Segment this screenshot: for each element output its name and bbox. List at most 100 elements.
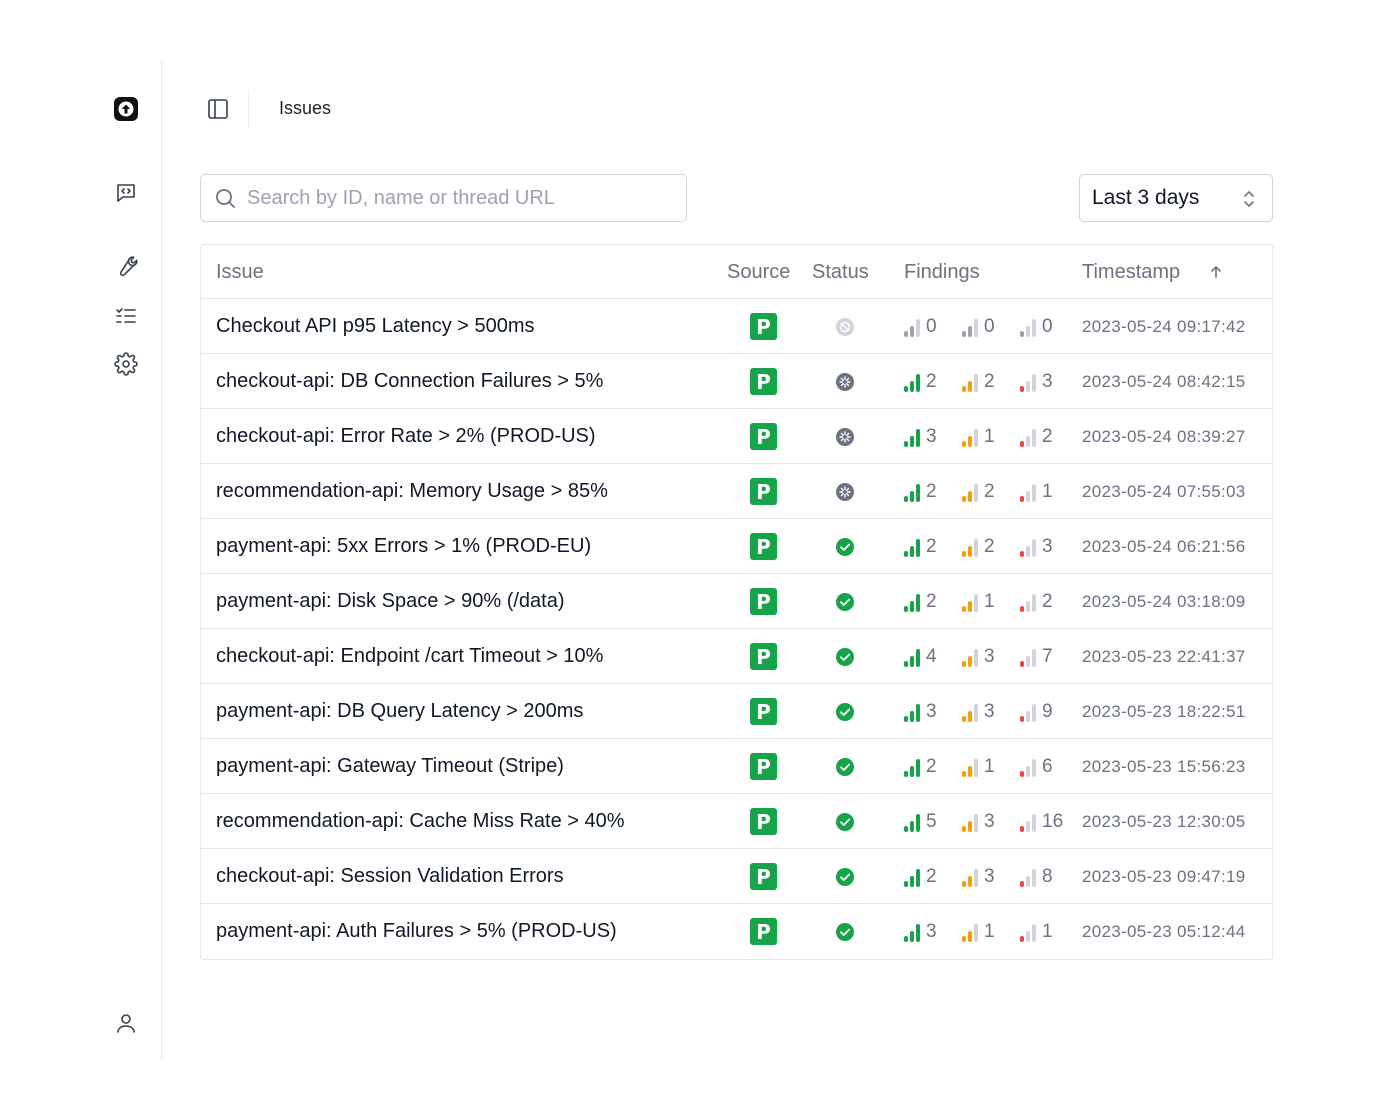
findings-high: 3 — [904, 700, 937, 722]
issue-name[interactable]: checkout-api: Endpoint /cart Timeout > 1… — [216, 645, 603, 668]
pagerduty-source-icon: P — [750, 698, 777, 725]
low-severity-bars-icon — [1020, 374, 1036, 392]
findings-medium: 1 — [962, 920, 995, 942]
issue-name[interactable]: payment-api: 5xx Errors > 1% (PROD-EU) — [216, 535, 591, 558]
findings-medium: 3 — [962, 865, 995, 887]
issues-table: Issue Source Status Findings Timestamp C… — [200, 244, 1273, 960]
search-input[interactable] — [247, 186, 667, 210]
status-done-icon — [835, 812, 855, 832]
table-header: Issue Source Status Findings Timestamp — [201, 245, 1272, 299]
status-running-icon — [835, 372, 855, 392]
table-row[interactable]: payment-api: DB Query Latency > 200ms P 3 3… — [201, 684, 1272, 739]
findings-medium-count: 3 — [984, 701, 995, 722]
findings-high: 2 — [904, 480, 937, 502]
column-header-timestamp[interactable]: Timestamp — [1082, 261, 1180, 284]
issue-timestamp: 2023-05-24 08:42:15 — [1082, 372, 1246, 391]
issue-name[interactable]: payment-api: Auth Failures > 5% (PROD-US… — [216, 920, 617, 943]
low-severity-bars-icon — [1020, 484, 1036, 502]
issue-name[interactable]: payment-api: Gateway Timeout (Stripe) — [216, 755, 564, 778]
status-running-icon — [835, 427, 855, 447]
column-header-status[interactable]: Status — [812, 261, 869, 284]
findings-low: 2 — [1020, 425, 1053, 447]
issue-timestamp: 2023-05-23 09:47:19 — [1082, 867, 1246, 886]
issue-name[interactable]: recommendation-api: Memory Usage > 85% — [216, 480, 608, 503]
findings-medium: 2 — [962, 370, 995, 392]
findings-low: 1 — [1020, 920, 1053, 942]
table-row[interactable]: recommendation-api: Cache Miss Rate > 40… — [201, 794, 1272, 849]
findings-high-count: 2 — [926, 866, 937, 887]
pagerduty-source-icon: P — [750, 588, 777, 615]
status-done-icon — [835, 537, 855, 557]
issue-name[interactable]: checkout-api: Error Rate > 2% (PROD-US) — [216, 425, 596, 448]
findings-high: 2 — [904, 865, 937, 887]
findings-medium-count: 3 — [984, 811, 995, 832]
sidebar-toggle-icon[interactable] — [204, 95, 232, 123]
pagerduty-source-icon: P — [750, 313, 777, 340]
low-severity-bars-icon — [1020, 759, 1036, 777]
issue-name[interactable]: payment-api: DB Query Latency > 200ms — [216, 700, 583, 723]
table-row[interactable]: checkout-api: Session Validation Errors P… — [201, 849, 1272, 904]
findings-medium-count: 1 — [984, 591, 995, 612]
findings-medium-count: 3 — [984, 646, 995, 667]
issue-timestamp: 2023-05-23 12:30:05 — [1082, 812, 1246, 831]
findings-medium-count: 0 — [984, 316, 995, 337]
column-header-source[interactable]: Source — [727, 261, 790, 284]
findings-low: 8 — [1020, 865, 1053, 887]
status-done-icon — [835, 757, 855, 777]
app-logo-icon[interactable] — [112, 95, 140, 123]
gear-icon[interactable] — [112, 350, 140, 378]
chat-code-icon[interactable] — [112, 179, 140, 207]
low-severity-bars-icon — [1020, 814, 1036, 832]
medium-severity-bars-icon — [962, 539, 978, 557]
column-header-findings[interactable]: Findings — [904, 261, 980, 284]
pagerduty-source-icon: P — [750, 368, 777, 395]
findings-medium: 3 — [962, 645, 995, 667]
low-severity-bars-icon — [1020, 869, 1036, 887]
table-row[interactable]: payment-api: Gateway Timeout (Stripe) P 2 1… — [201, 739, 1272, 794]
findings-medium: 2 — [962, 535, 995, 557]
search-icon — [216, 189, 235, 208]
time-range-select[interactable]: Last 3 days — [1079, 174, 1273, 222]
high-severity-bars-icon — [904, 649, 920, 667]
medium-severity-bars-icon — [962, 704, 978, 722]
low-severity-bars-icon — [1020, 649, 1036, 667]
wrench-icon[interactable] — [112, 252, 140, 280]
findings-high-count: 2 — [926, 591, 937, 612]
medium-severity-bars-icon — [962, 429, 978, 447]
issue-name[interactable]: payment-api: Disk Space > 90% (/data) — [216, 590, 565, 613]
sort-ascending-icon[interactable] — [1208, 264, 1224, 280]
checklist-icon[interactable] — [112, 302, 140, 330]
table-row[interactable]: checkout-api: DB Connection Failures > 5… — [201, 354, 1272, 409]
findings-medium-count: 1 — [984, 426, 995, 447]
findings-low-count: 9 — [1042, 701, 1053, 722]
low-severity-bars-icon — [1020, 594, 1036, 612]
user-icon[interactable] — [112, 1009, 140, 1037]
table-row[interactable]: recommendation-api: Memory Usage > 85% P 2… — [201, 464, 1272, 519]
issue-name[interactable]: checkout-api: Session Validation Errors — [216, 865, 564, 888]
issue-name[interactable]: Checkout API p95 Latency > 500ms — [216, 315, 535, 338]
column-header-issue[interactable]: Issue — [216, 261, 264, 284]
table-row[interactable]: payment-api: Auth Failures > 5% (PROD-US… — [201, 904, 1272, 959]
search-box[interactable] — [200, 174, 687, 222]
table-row[interactable]: checkout-api: Endpoint /cart Timeout > 1… — [201, 629, 1272, 684]
status-done-icon — [835, 922, 855, 942]
issue-name[interactable]: recommendation-api: Cache Miss Rate > 40… — [216, 810, 625, 833]
medium-severity-bars-icon — [962, 319, 978, 337]
findings-high: 5 — [904, 810, 937, 832]
table-row[interactable]: Checkout API p95 Latency > 500ms P 0 0 0 2023… — [201, 299, 1272, 354]
table-row[interactable]: checkout-api: Error Rate > 2% (PROD-US) P… — [201, 409, 1272, 464]
status-done-icon — [835, 867, 855, 887]
high-severity-bars-icon — [904, 429, 920, 447]
findings-medium-count: 1 — [984, 921, 995, 942]
table-row[interactable]: payment-api: Disk Space > 90% (/data) P 2 1… — [201, 574, 1272, 629]
pagerduty-source-icon: P — [750, 423, 777, 450]
table-row[interactable]: payment-api: 5xx Errors > 1% (PROD-EU) P 2… — [201, 519, 1272, 574]
findings-medium: 0 — [962, 315, 995, 337]
issue-timestamp: 2023-05-24 07:55:03 — [1082, 482, 1246, 501]
findings-high-count: 2 — [926, 371, 937, 392]
findings-medium: 2 — [962, 480, 995, 502]
issue-name[interactable]: checkout-api: DB Connection Failures > 5… — [216, 370, 603, 393]
findings-low: 7 — [1020, 645, 1053, 667]
findings-medium-count: 3 — [984, 866, 995, 887]
findings-high-count: 2 — [926, 481, 937, 502]
